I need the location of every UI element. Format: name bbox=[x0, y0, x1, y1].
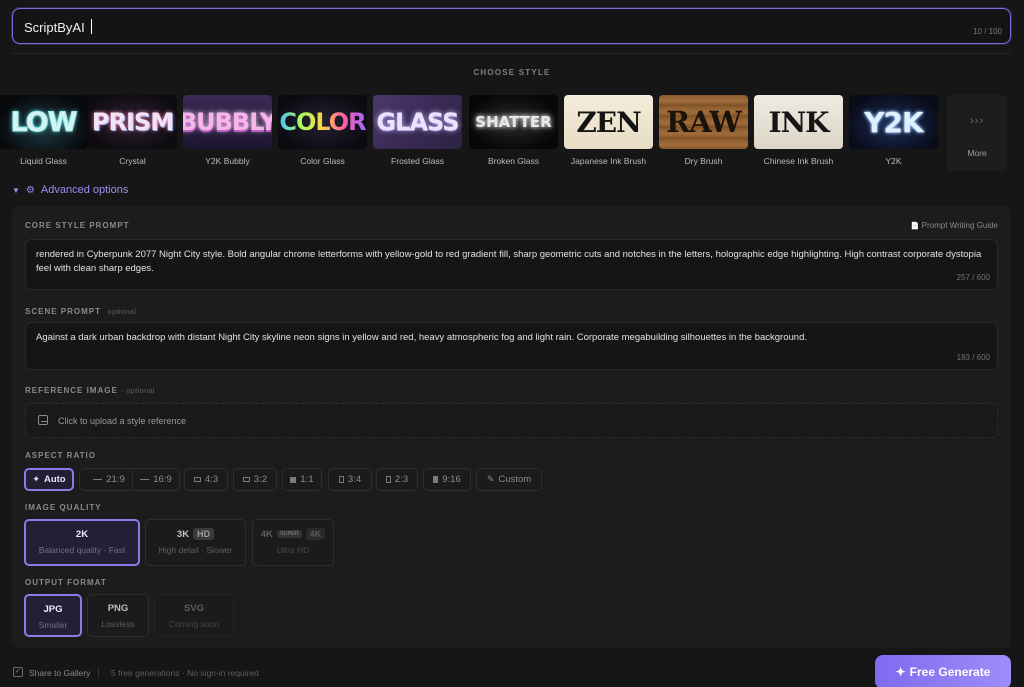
sparkle-icon: ✦ bbox=[32, 474, 40, 484]
free-generations-info: 5 free generations · No sign-in required bbox=[111, 668, 259, 678]
title-field[interactable]: 10 / 100 bbox=[12, 8, 1011, 44]
free-generate-button[interactable]: ✦ Free Generate bbox=[875, 655, 1011, 687]
y2k-bubbly-thumb: BUBBLY bbox=[183, 95, 272, 149]
ratio-shape-icon bbox=[385, 476, 391, 483]
style-card-crystal[interactable]: PRISM Crystal bbox=[88, 95, 177, 171]
core-style-prompt-label: CORE STYLE PROMPT bbox=[25, 221, 130, 230]
prompt-writing-guide-link[interactable]: 📄 Prompt Writing Guide bbox=[911, 221, 998, 230]
bottom-bar: ✓ Share to Gallery 5 free generations · … bbox=[0, 655, 1024, 687]
style-card-broken-glass[interactable]: SHATTER Broken Glass bbox=[469, 95, 558, 171]
style-card-y2k-bubbly[interactable]: BUBBLY Y2K Bubbly bbox=[183, 95, 272, 171]
gear-icon: ⚙ bbox=[25, 184, 35, 196]
ratio-shape-icon bbox=[290, 476, 297, 483]
style-card-dry-brush[interactable]: RAW Dry Brush bbox=[659, 95, 748, 171]
image-quality-label: IMAGE QUALITY bbox=[25, 503, 102, 512]
choose-style-heading: CHOOSE STYLE bbox=[473, 68, 551, 77]
japanese-ink-thumb: ZEN bbox=[564, 95, 653, 149]
broken-glass-thumb: SHATTER bbox=[469, 95, 558, 149]
style-card-liquid-glass[interactable]: LOW Liquid Glass bbox=[0, 95, 88, 171]
ratio-3-2-button[interactable]: 3:2 bbox=[233, 468, 277, 491]
format-jpg-button[interactable]: JPG Smaller bbox=[24, 594, 82, 637]
divider bbox=[98, 667, 99, 678]
more-styles-button[interactable]: ››› More bbox=[947, 95, 1007, 171]
image-icon bbox=[38, 415, 48, 425]
liquid-glass-thumb: LOW bbox=[0, 95, 88, 149]
y2k-thumb: Y2K bbox=[849, 95, 938, 149]
reference-image-upload[interactable]: Click to upload a style reference bbox=[25, 403, 998, 438]
share-to-gallery-label[interactable]: Share to Gallery bbox=[29, 668, 90, 678]
hd-badge: HD bbox=[193, 528, 215, 540]
style-card-y2k[interactable]: Y2K Y2K bbox=[849, 95, 938, 171]
title-counter: 10 / 100 bbox=[973, 27, 1002, 36]
super-badge: SUPER bbox=[276, 530, 302, 538]
text-caret bbox=[91, 19, 92, 34]
style-card-color-glass[interactable]: COLOR Color Glass bbox=[278, 95, 367, 171]
advanced-options-toggle[interactable]: ▼ ⚙ Advanced options bbox=[12, 183, 128, 197]
scene-prompt-counter: 183 / 600 bbox=[956, 353, 990, 362]
output-format-label: OUTPUT FORMAT bbox=[25, 578, 107, 587]
ratio-4-3-button[interactable]: 4:3 bbox=[184, 468, 228, 491]
aspect-ratio-label: ASPECT RATIO bbox=[25, 451, 96, 460]
ratio-21-9-button[interactable]: 21:9 bbox=[79, 468, 139, 491]
crystal-thumb: PRISM bbox=[88, 95, 177, 149]
document-icon: 📄 bbox=[910, 223, 920, 230]
frosted-glass-thumb: GLASS bbox=[373, 95, 462, 149]
advanced-options-panel: CORE STYLE PROMPT 📄 Prompt Writing Guide… bbox=[12, 206, 1011, 648]
reference-image-label: REFERENCE IMAGE · optional bbox=[25, 386, 155, 395]
ratio-9-16-button[interactable]: 9:16 bbox=[423, 468, 471, 491]
color-glass-thumb: COLOR bbox=[278, 95, 367, 149]
caret-down-icon: ▼ bbox=[12, 185, 20, 195]
ratio-shape-icon bbox=[93, 479, 103, 480]
format-png-button[interactable]: PNG Lossless bbox=[87, 594, 149, 637]
ratio-custom-button[interactable]: ✎ Custom bbox=[476, 468, 542, 491]
sparkle-icon: ✦ bbox=[895, 665, 906, 679]
chinese-ink-thumb: INK bbox=[754, 95, 843, 149]
format-svg-button[interactable]: SVG Coming soon bbox=[154, 594, 234, 637]
quality-3k-button[interactable]: 3K HD High detail · Slower bbox=[145, 519, 246, 566]
style-card-chinese-ink-brush[interactable]: INK Chinese Ink Brush bbox=[754, 95, 843, 171]
core-style-prompt-textarea[interactable]: rendered in Cyberpunk 2077 Night City st… bbox=[25, 239, 998, 290]
quality-2k-button[interactable]: 2K Balanced quality · Fast bbox=[24, 519, 140, 566]
scene-prompt-label: SCENE PROMPT optional bbox=[25, 307, 137, 316]
quality-4k-button[interactable]: 4K SUPER 4K Ultra HD bbox=[252, 519, 334, 566]
ratio-1-1-button[interactable]: 1:1 bbox=[282, 468, 322, 491]
chevrons-right-icon: ››› bbox=[970, 115, 984, 127]
core-prompt-counter: 257 / 600 bbox=[956, 273, 990, 282]
pencil-icon: ✎ bbox=[486, 474, 495, 484]
ratio-shape-icon bbox=[338, 476, 344, 483]
scene-prompt-textarea[interactable]: Against a dark urban backdrop with dista… bbox=[25, 322, 998, 370]
ratio-auto-button[interactable]: ✦ Auto bbox=[24, 468, 74, 491]
style-card-frosted-glass[interactable]: GLASS Frosted Glass bbox=[373, 95, 462, 171]
ratio-2-3-button[interactable]: 2:3 bbox=[376, 468, 418, 491]
advanced-options-label: Advanced options bbox=[40, 184, 129, 196]
ratio-shape-icon bbox=[140, 479, 150, 480]
ratio-shape-icon bbox=[242, 477, 250, 482]
share-to-gallery-checkbox[interactable]: ✓ bbox=[13, 667, 23, 677]
ratio-3-4-button[interactable]: 3:4 bbox=[328, 468, 372, 491]
title-input[interactable] bbox=[24, 18, 924, 36]
ratio-16-9-button[interactable]: 16:9 bbox=[132, 468, 180, 491]
4k-badge: 4K bbox=[305, 528, 326, 540]
divider bbox=[12, 53, 1011, 54]
style-card-japanese-ink-brush[interactable]: ZEN Japanese Ink Brush bbox=[564, 95, 653, 171]
ratio-shape-icon bbox=[433, 476, 439, 483]
dry-brush-thumb: RAW bbox=[659, 95, 748, 149]
ratio-shape-icon bbox=[193, 477, 201, 482]
